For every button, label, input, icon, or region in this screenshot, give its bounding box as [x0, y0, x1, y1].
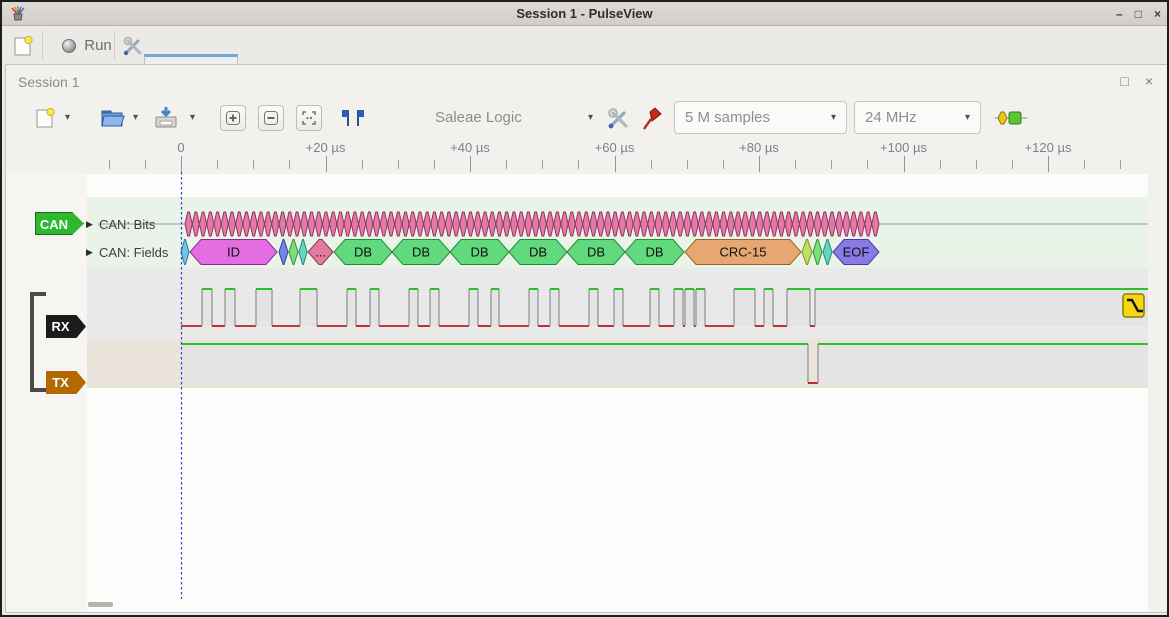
can-field-label: DB: [587, 245, 605, 260]
trace-pulse-rx: [589, 290, 598, 326]
can-field-label: EOF: [843, 245, 870, 260]
fields-row-expander-icon[interactable]: ▶: [86, 247, 93, 258]
trace-pulse-rx: [550, 290, 559, 326]
trace-pulse-rx: [764, 290, 773, 326]
trace-pulse-rx: [300, 290, 317, 326]
pulseview-window: Session 1 - PulseView – □ × Run: [0, 0, 1169, 617]
trace-pulse-rx: [409, 290, 418, 326]
can-field-label: DB: [412, 245, 430, 260]
can-field-label: CRC-15: [720, 245, 767, 260]
trace-view[interactable]: ID... DB DB DB DB DB DB CRC-15 EOF: [2, 2, 1169, 617]
trace-pulse-rx: [491, 290, 499, 326]
horizontal-scrollbar-handle[interactable]: [88, 602, 113, 607]
bracket-bottom-arm: [30, 388, 46, 392]
trace-pulse-rx: [225, 290, 235, 326]
trace-pulse-tx: [181, 345, 808, 383]
can-field-label: DB: [645, 245, 663, 260]
bracket-top-arm: [30, 292, 46, 296]
bits-row-expander-icon[interactable]: ▶: [86, 219, 93, 230]
trace-pulse-rx: [815, 290, 1148, 326]
trace-pulse-rx: [529, 290, 538, 326]
channel-group-bracket: [30, 292, 34, 392]
trace-pulse-rx: [469, 290, 478, 326]
trace-pulse-rx: [685, 290, 694, 326]
trace-pulse-tx: [818, 345, 1148, 383]
trace-pulse-rx: [614, 290, 623, 326]
bottom-strip: [2, 613, 1167, 617]
trace-pulse-rx: [202, 290, 212, 326]
trace-pulse-rx: [696, 290, 705, 326]
decoder-row-fields-label: CAN: Fields: [99, 245, 168, 260]
can-field-label: DB: [470, 245, 488, 260]
trace-pulse-rx: [650, 290, 659, 326]
trigger-marker-falling-edge[interactable]: [1123, 294, 1144, 317]
can-field-label: DB: [354, 245, 372, 260]
trace-pulse-rx: [734, 290, 755, 326]
trace-pulse-rx: [347, 290, 356, 326]
can-field-label: DB: [529, 245, 547, 260]
trace-pulse-rx: [430, 290, 439, 326]
can-field-label: ...: [315, 245, 326, 260]
can-field-label: ID: [227, 245, 240, 260]
trace-pulse-rx: [370, 290, 379, 326]
trace-pulse-rx: [256, 290, 272, 326]
decoder-row-bits-label: CAN: Bits: [99, 217, 155, 232]
trace-pulse-rx: [674, 290, 683, 326]
trace-pulse-rx: [787, 290, 810, 326]
